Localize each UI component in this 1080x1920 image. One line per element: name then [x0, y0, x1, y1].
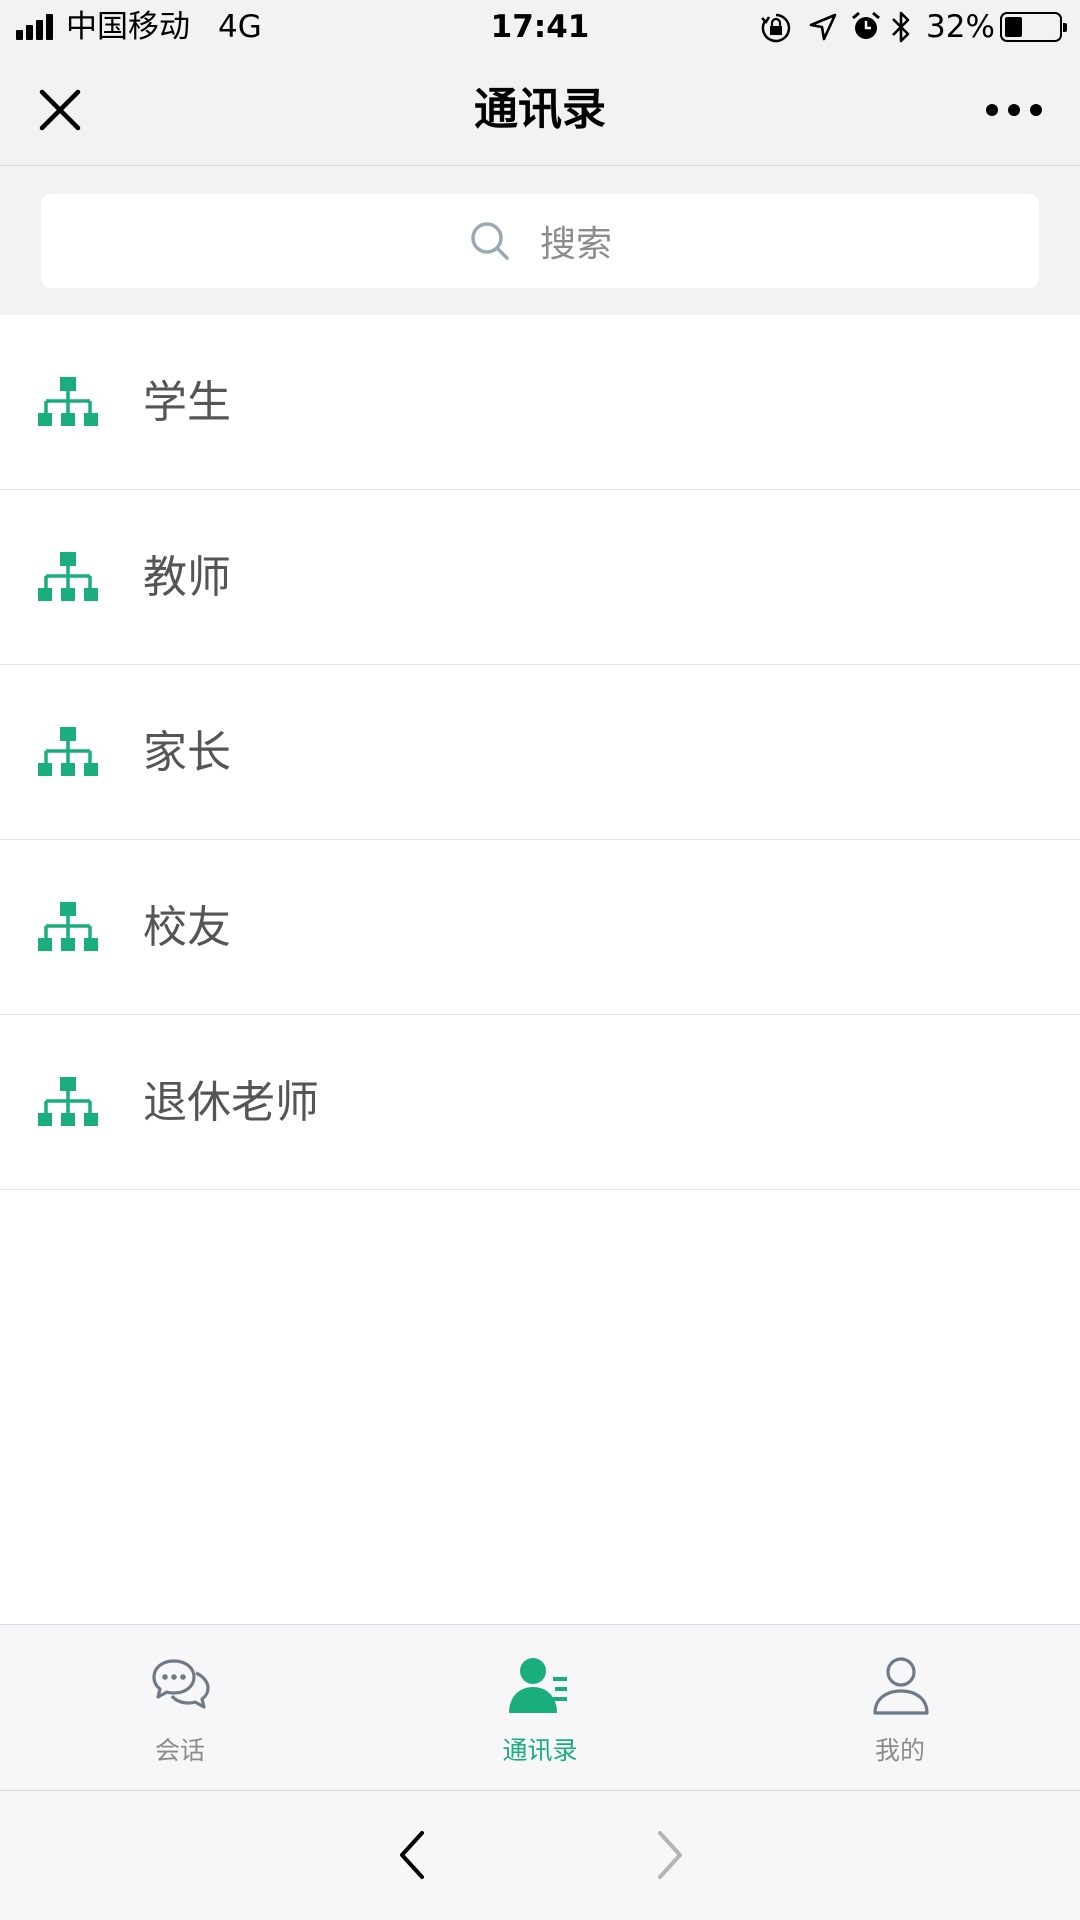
list-item-label: 学生: [143, 377, 231, 428]
page-title: 通讯录: [474, 84, 606, 135]
tab-label: 通讯录: [502, 1736, 578, 1765]
nav-bar: 通讯录: [0, 54, 1080, 166]
forward-arrow-icon[interactable]: [650, 1825, 690, 1885]
list-item-label: 退休老师: [143, 1077, 319, 1128]
search-area: 搜索: [0, 166, 1080, 315]
tab-conversations[interactable]: 会话: [0, 1625, 360, 1792]
org-chart-icon: [38, 727, 98, 776]
tab-label: 会话: [154, 1736, 205, 1765]
location-icon: [809, 13, 837, 41]
tab-label: 我的: [874, 1736, 925, 1765]
list-item-label: 家长: [143, 727, 231, 778]
bluetooth-icon: [892, 11, 910, 43]
tab-bar: 会话 通讯录 我的: [0, 1624, 1080, 1791]
list-item-parents[interactable]: 家长: [0, 665, 1080, 840]
contact-group-list: 学生 教师 家长 校友 退休老师: [0, 315, 1080, 1190]
search-placeholder: 搜索: [539, 224, 612, 265]
list-item-retired-teachers[interactable]: 退休老师: [0, 1015, 1080, 1190]
org-chart-icon: [38, 552, 98, 601]
more-icon[interactable]: [986, 98, 1042, 122]
status-bar: 中国移动 4G 17:41 32%: [0, 0, 1080, 54]
list-item-students[interactable]: 学生: [0, 315, 1080, 490]
list-item-alumni[interactable]: 校友: [0, 840, 1080, 1015]
org-chart-icon: [38, 377, 98, 426]
tab-contacts[interactable]: 通讯录: [360, 1625, 720, 1792]
alarm-icon: [852, 11, 880, 39]
list-item-label: 校友: [143, 902, 231, 953]
tab-profile[interactable]: 我的: [720, 1625, 1080, 1792]
org-chart-icon: [38, 902, 98, 951]
orientation-lock-icon: [761, 13, 791, 43]
profile-icon: [873, 1657, 929, 1715]
org-chart-icon: [38, 1077, 98, 1126]
status-time: 17:41: [490, 9, 590, 45]
search-input[interactable]: 搜索: [41, 194, 1039, 288]
contacts-icon: [509, 1658, 567, 1713]
browser-toolbar: [0, 1791, 1080, 1920]
battery-icon: [1000, 12, 1067, 42]
search-icon: [471, 222, 509, 260]
list-item-teachers[interactable]: 教师: [0, 490, 1080, 665]
battery-percent: 32%: [926, 9, 995, 45]
list-item-label: 教师: [143, 552, 231, 603]
back-arrow-icon[interactable]: [392, 1825, 432, 1885]
chat-bubbles-icon: [152, 1659, 210, 1709]
